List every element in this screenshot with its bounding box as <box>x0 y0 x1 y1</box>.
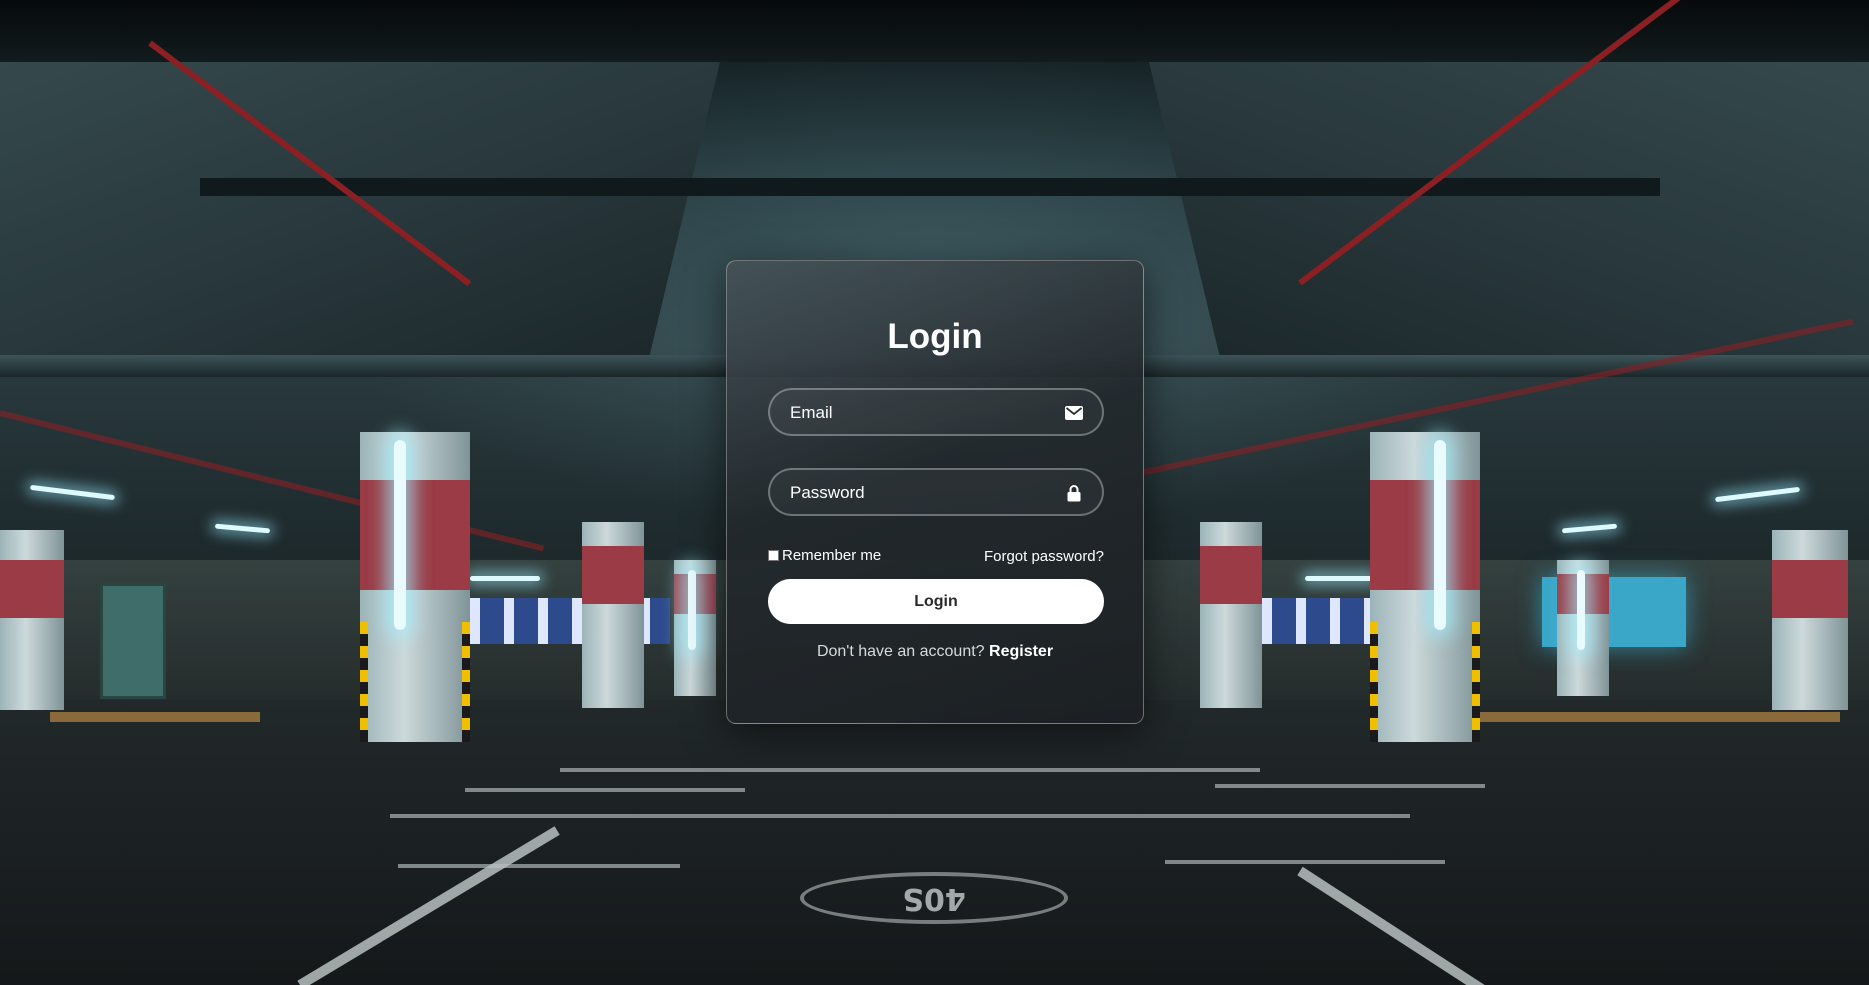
curb <box>50 712 260 722</box>
ceiling-light <box>1305 576 1375 581</box>
floor-marking <box>390 814 1410 818</box>
floor-marking <box>1215 784 1485 788</box>
register-prompt: Don't have an account? <box>816 643 985 660</box>
password-field[interactable] <box>768 468 1104 516</box>
floor-marking <box>1165 860 1445 864</box>
ceiling-light <box>1715 486 1800 503</box>
register-link[interactable]: Register <box>989 643 1053 660</box>
remember-me-checkbox[interactable]: Remember me <box>768 547 881 564</box>
login-button[interactable]: Login <box>768 579 1104 624</box>
pillar <box>582 522 644 708</box>
pillar <box>1370 432 1480 742</box>
floor-marking <box>465 788 745 792</box>
ceiling-beam <box>0 0 1869 62</box>
login-card: Login Remember me Forgot password? Login… <box>726 260 1144 724</box>
login-options-row: Remember me Forgot password? <box>768 547 1104 567</box>
envelope-icon <box>1064 403 1084 423</box>
ceiling-light <box>30 484 115 501</box>
pillar <box>1200 522 1262 708</box>
exit-door <box>100 583 166 699</box>
pillar <box>1557 560 1609 696</box>
ceiling-light <box>1561 523 1618 534</box>
checkbox-box[interactable] <box>768 550 779 561</box>
ceiling-left <box>0 62 720 362</box>
ceiling-light <box>470 576 540 581</box>
direction-arrows-sign <box>1262 598 1372 644</box>
ceiling-beam <box>200 178 1660 196</box>
email-input[interactable] <box>788 390 1062 436</box>
register-row: Don't have an account? Register <box>727 643 1143 661</box>
pillar <box>0 530 64 710</box>
ceiling-right <box>1149 62 1869 362</box>
floor <box>0 700 1869 985</box>
pillar <box>360 432 470 742</box>
password-input[interactable] <box>788 470 1062 516</box>
floor-marking <box>560 768 1260 772</box>
curb <box>1480 712 1840 722</box>
floor-marking-text: 40S <box>800 872 1068 924</box>
forgot-password-link[interactable]: Forgot password? <box>984 548 1104 565</box>
remember-me-label: Remember me <box>782 547 882 564</box>
pillar <box>674 560 716 696</box>
lock-icon <box>1064 483 1084 503</box>
floor-marking <box>398 864 680 868</box>
ceiling-light <box>214 523 271 534</box>
pillar <box>1772 530 1848 710</box>
login-title: Login <box>887 317 983 356</box>
email-field[interactable] <box>768 388 1104 436</box>
